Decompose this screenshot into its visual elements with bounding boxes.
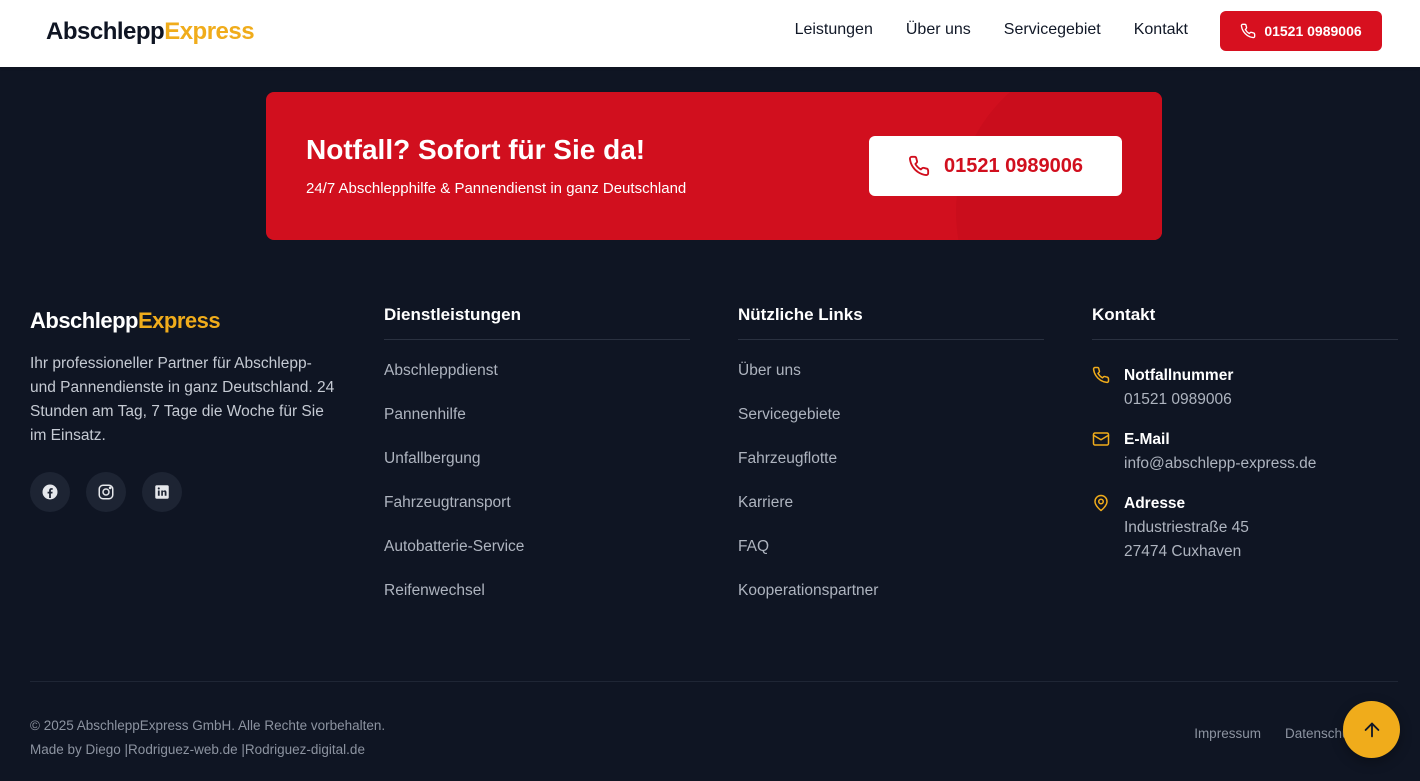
banner-call-label: 01521 0989006 [943, 154, 1084, 177]
nav-link-ueber-uns[interactable]: Über uns [906, 21, 971, 39]
facebook-link[interactable] [30, 472, 70, 512]
instagram-link[interactable] [86, 472, 126, 512]
useful-link[interactable]: Servicegebiete [738, 406, 1044, 450]
useful-link[interactable]: Kooperationspartner [738, 582, 1044, 626]
map-pin-icon [1094, 494, 1108, 512]
contact-phone-value[interactable]: 01521 0989006 [1124, 388, 1233, 412]
contact-phone: Notfallnummer 01521 0989006 [1092, 364, 1398, 412]
nav-link-servicegebiet[interactable]: Servicegebiet [1004, 21, 1101, 39]
scroll-to-top-button[interactable] [1343, 701, 1400, 758]
useful-link[interactable]: FAQ [738, 538, 1044, 582]
header-logo[interactable]: AbschleppExpress [46, 18, 255, 46]
service-link[interactable]: Pannenhilfe [384, 406, 690, 450]
emergency-banner: Notfall? Sofort für Sie da! 24/7 Abschle… [266, 92, 1162, 240]
service-link[interactable]: Fahrzeugtransport [384, 494, 690, 538]
contact-email: E-Mail info@abschlepp-express.de [1092, 428, 1398, 476]
legal-links: Impressum Datenschutz [1194, 726, 1360, 741]
contact-email-label: E-Mail [1124, 431, 1170, 448]
useful-link[interactable]: Über uns [738, 362, 1044, 406]
linkedin-icon [155, 485, 169, 499]
useful-link[interactable]: Karriere [738, 494, 1044, 538]
footer-contact-column: Kontakt Notfallnummer 01521 0989006 E-Ma… [1092, 305, 1398, 564]
useful-links-list: Über uns Servicegebiete Fahrzeugflotte K… [738, 362, 1044, 626]
services-list: Abschleppdienst Pannenhilfe Unfallbergun… [384, 362, 690, 626]
footer-services-column: Dienstleistungen Abschleppdienst Pannenh… [384, 305, 690, 626]
contact-address: Adresse Industriestraße 45 27474 Cuxhave… [1092, 492, 1398, 564]
phone-icon [1241, 23, 1256, 39]
footer-divider [30, 681, 1398, 682]
banner-title: Notfall? Sofort für Sie da! [306, 134, 646, 165]
useful-link[interactable]: Fahrzeugflotte [738, 450, 1044, 494]
contact-address-line1: Industriestraße 45 [1124, 519, 1249, 536]
footer-links-column: Nützliche Links Über uns Servicegebiete … [738, 305, 1044, 626]
linkedin-link[interactable] [142, 472, 182, 512]
social-links [30, 472, 340, 512]
footer-about-column: AbschleppExpress Ihr professioneller Par… [30, 305, 340, 512]
footer-bottom-text: © 2025 AbschleppExpress GmbH. Alle Recht… [30, 714, 385, 762]
logo-text-accent: Express [164, 18, 255, 45]
site-header: AbschleppExpress Leistungen Über uns Ser… [0, 0, 1420, 67]
header-phone-label: 01521 0989006 [1264, 23, 1362, 39]
service-link[interactable]: Unfallbergung [384, 450, 690, 494]
service-link[interactable]: Abschleppdienst [384, 362, 690, 406]
arrow-up-icon [1364, 722, 1379, 737]
nav-link-kontakt[interactable]: Kontakt [1134, 21, 1188, 39]
links-title: Nützliche Links [738, 305, 1044, 340]
banner-call-button[interactable]: 01521 0989006 [869, 136, 1122, 196]
contact-address-label: Adresse [1124, 495, 1186, 512]
service-link[interactable]: Reifenwechsel [384, 582, 690, 626]
copyright-text: © 2025 AbschleppExpress GmbH. Alle Recht… [30, 718, 386, 733]
facebook-icon [42, 484, 58, 500]
services-title: Dienstleistungen [384, 305, 690, 340]
contact-title: Kontakt [1092, 305, 1398, 340]
mail-icon [1092, 432, 1110, 446]
footer-logo[interactable]: AbschleppExpress [30, 308, 340, 334]
service-link[interactable]: Autobatterie-Service [384, 538, 690, 582]
footer-logo-text-primary: Abschlepp [30, 308, 138, 333]
nav-link-leistungen[interactable]: Leistungen [795, 21, 873, 39]
phone-icon [908, 155, 930, 176]
contact-phone-label: Notfallnummer [1124, 367, 1234, 384]
main-nav: Leistungen Über uns Servicegebiet Kontak… [795, 21, 1188, 39]
header-phone-button[interactable]: 01521 0989006 [1220, 11, 1382, 51]
banner-subtitle: 24/7 Abschlepphilfe & Pannendienst in ga… [306, 180, 687, 197]
contact-email-value[interactable]: info@abschlepp-express.de [1124, 452, 1316, 476]
footer-logo-text-accent: Express [137, 308, 221, 333]
phone-icon [1092, 366, 1110, 384]
contact-address-line2: 27474 Cuxhaven [1124, 543, 1242, 560]
instagram-icon [98, 484, 114, 500]
made-by-text[interactable]: Made by Diego |Rodriguez-web.de |Rodrigu… [30, 738, 385, 762]
contact-list: Notfallnummer 01521 0989006 E-Mail info@… [1092, 364, 1398, 564]
logo-text-primary: Abschlepp [46, 18, 165, 45]
footer-about-text: Ihr professioneller Partner für Abschlep… [30, 355, 335, 444]
impressum-link[interactable]: Impressum [1194, 726, 1261, 741]
